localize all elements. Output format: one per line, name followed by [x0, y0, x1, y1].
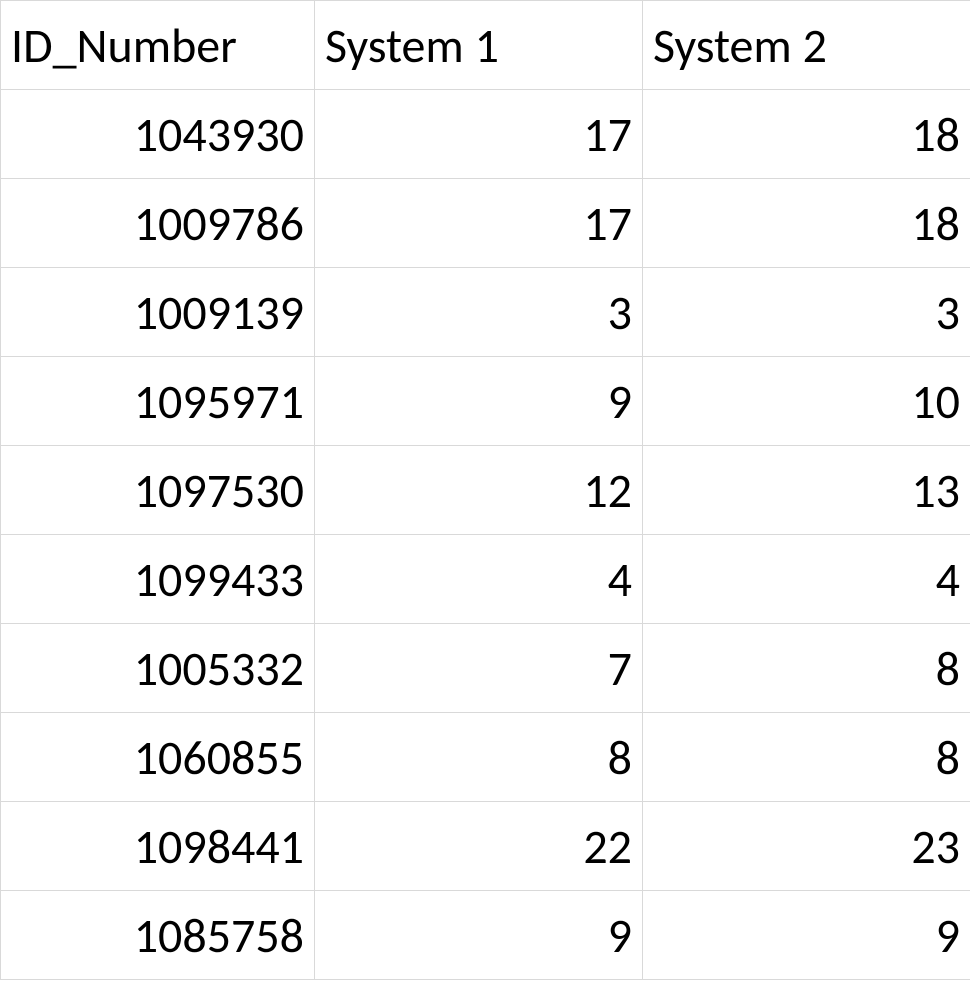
cell-id: 1043930: [1, 90, 315, 179]
cell-id: 1060855: [1, 713, 315, 802]
cell-id: 1085758: [1, 891, 315, 980]
cell-system-2: 10: [643, 357, 970, 446]
cell-id: 1097530: [1, 446, 315, 535]
table-row: 1043930 17 18: [1, 90, 970, 179]
cell-system-2: 9: [643, 891, 970, 980]
cell-system-2: 8: [643, 713, 970, 802]
data-table: ID_Number System 1 System 2 1043930 17 1…: [0, 0, 970, 980]
table-header-row: ID_Number System 1 System 2: [1, 1, 970, 90]
column-header-system-1: System 1: [315, 1, 643, 90]
cell-system-2: 23: [643, 802, 970, 891]
table-row: 1085758 9 9: [1, 891, 970, 980]
column-header-system-2: System 2: [643, 1, 970, 90]
cell-system-2: 4: [643, 535, 970, 624]
column-header-id-number: ID_Number: [1, 1, 315, 90]
cell-system-2: 18: [643, 90, 970, 179]
cell-system-1: 7: [315, 624, 643, 713]
cell-id: 1009786: [1, 179, 315, 268]
cell-system-1: 4: [315, 535, 643, 624]
cell-system-1: 22: [315, 802, 643, 891]
table-row: 1098441 22 23: [1, 802, 970, 891]
cell-id: 1095971: [1, 357, 315, 446]
cell-system-1: 17: [315, 179, 643, 268]
table-row: 1099433 4 4: [1, 535, 970, 624]
cell-system-2: 8: [643, 624, 970, 713]
table-row: 1009139 3 3: [1, 268, 970, 357]
cell-system-1: 3: [315, 268, 643, 357]
table-row: 1097530 12 13: [1, 446, 970, 535]
cell-id: 1009139: [1, 268, 315, 357]
cell-system-1: 9: [315, 891, 643, 980]
cell-system-1: 12: [315, 446, 643, 535]
cell-system-2: 18: [643, 179, 970, 268]
table-row: 1005332 7 8: [1, 624, 970, 713]
cell-system-1: 8: [315, 713, 643, 802]
cell-system-1: 9: [315, 357, 643, 446]
cell-system-1: 17: [315, 90, 643, 179]
cell-id: 1005332: [1, 624, 315, 713]
table-row: 1060855 8 8: [1, 713, 970, 802]
cell-id: 1098441: [1, 802, 315, 891]
cell-system-2: 3: [643, 268, 970, 357]
table-row: 1009786 17 18: [1, 179, 970, 268]
cell-system-2: 13: [643, 446, 970, 535]
table-row: 1095971 9 10: [1, 357, 970, 446]
cell-id: 1099433: [1, 535, 315, 624]
